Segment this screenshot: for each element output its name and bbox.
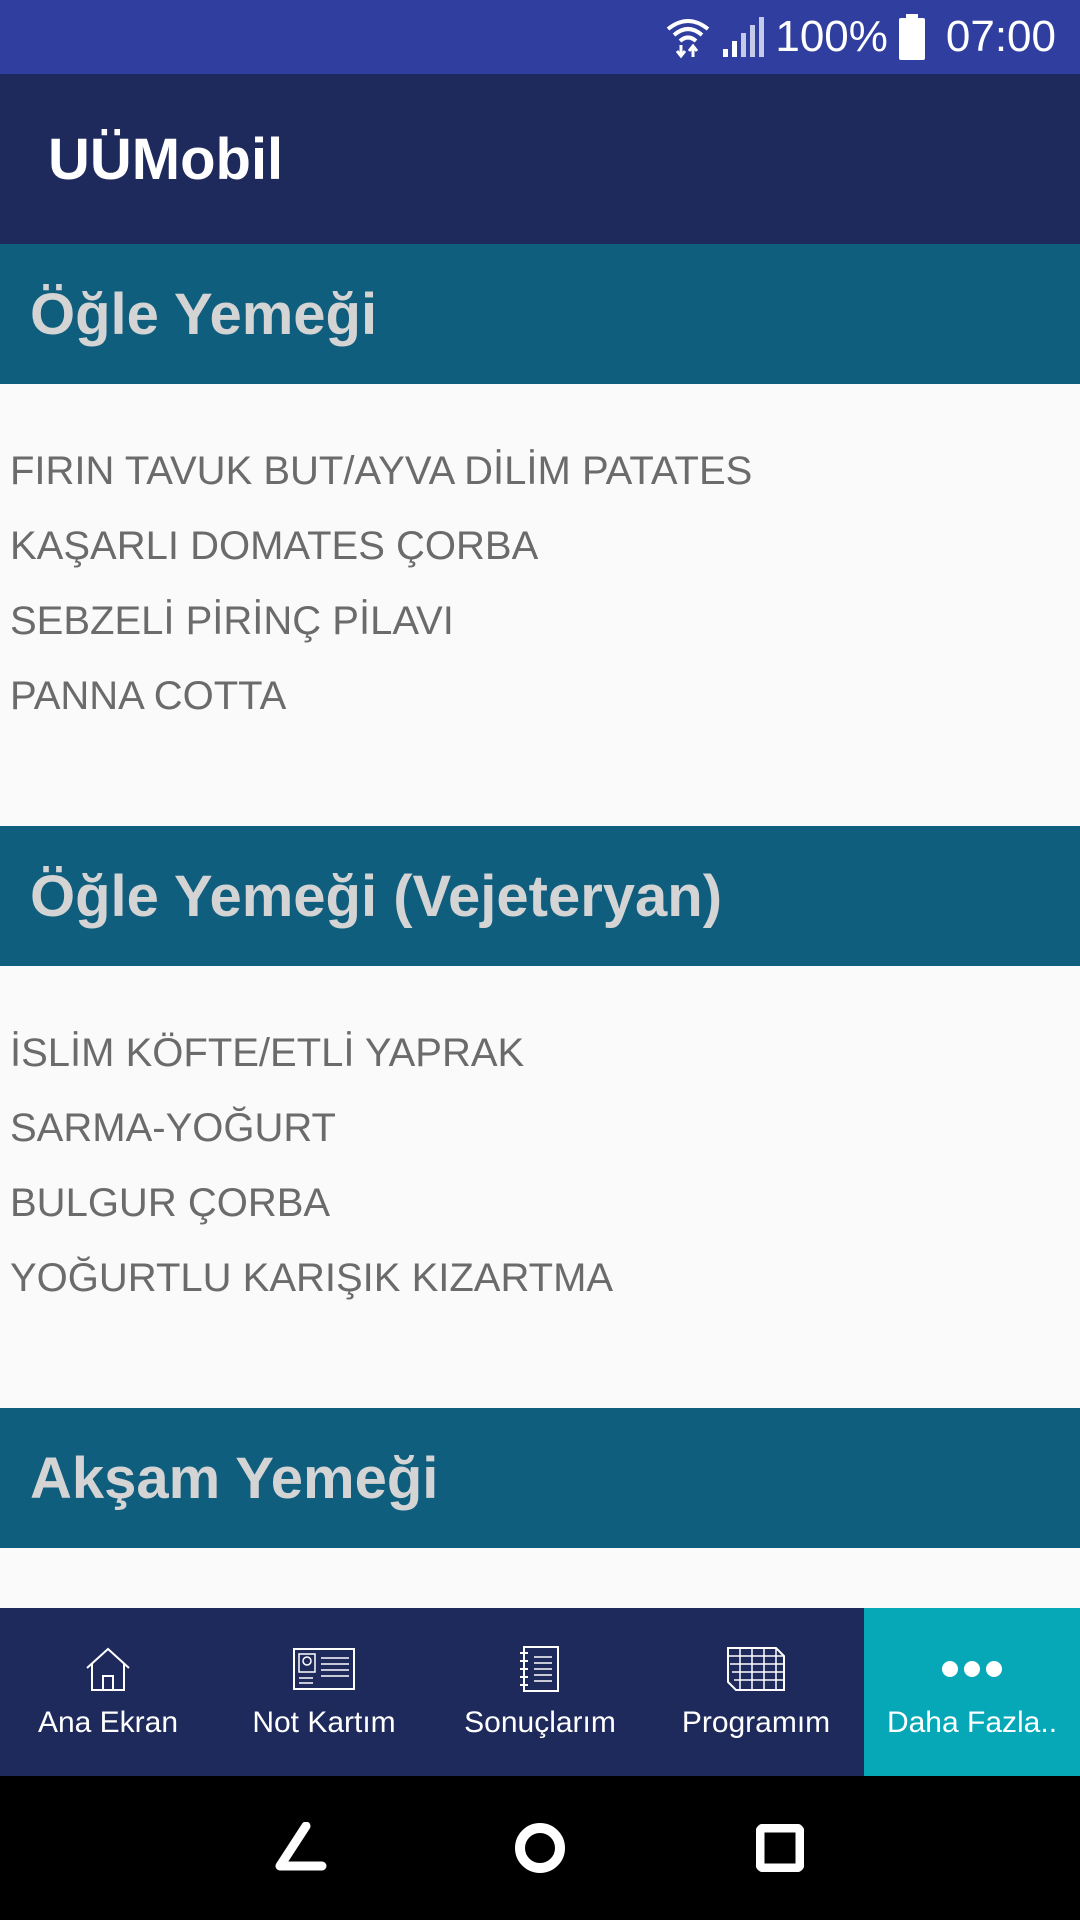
menu-item: BULGUR ÇORBA bbox=[10, 1181, 331, 1225]
nav-label: Sonuçlarım bbox=[464, 1706, 616, 1739]
nav-label: Programım bbox=[681, 1706, 831, 1739]
clock: 07:00 bbox=[945, 12, 1056, 61]
nav-item-schedule[interactable]: Programım bbox=[648, 1608, 864, 1776]
nav-label: Not Kartım bbox=[252, 1706, 396, 1739]
battery-percent: 100% bbox=[775, 12, 888, 61]
menu-item: YOĞURTLU KARIŞIK KIZARTMA bbox=[10, 1256, 614, 1300]
system-navigation-bar bbox=[0, 1776, 1080, 1920]
nav-label: Ana Ekran bbox=[37, 1706, 179, 1739]
home-circle-icon[interactable] bbox=[505, 1813, 575, 1883]
recents-icon[interactable] bbox=[745, 1813, 815, 1883]
menu-item: PANNA COTTA bbox=[10, 674, 287, 718]
app-bar: UÜMobil bbox=[0, 74, 1080, 244]
section-list-lunch-vegetarian: İSLİM KÖFTE/ETLİ YAPRAK SARMA-YOĞURT BUL… bbox=[0, 966, 1080, 1408]
home-icon bbox=[84, 1644, 132, 1694]
menu-item: SARMA-YOĞURT bbox=[10, 1106, 336, 1150]
section-header-lunch: Öğle Yemeği bbox=[0, 244, 1080, 384]
section-title: Akşam Yemeği bbox=[30, 1445, 439, 1511]
wifi-icon bbox=[665, 15, 711, 59]
battery-icon bbox=[898, 14, 926, 60]
nav-item-more[interactable]: Daha Fazla.. bbox=[864, 1608, 1080, 1776]
menu-item: FIRIN TAVUK BUT/AYVA DİLİM PATATES bbox=[10, 449, 753, 493]
nav-label: Daha Fazla.. bbox=[886, 1706, 1058, 1739]
section-header-dinner: Akşam Yemeği bbox=[0, 1408, 1080, 1548]
schedule-grid-icon bbox=[726, 1644, 786, 1694]
menu-item: SEBZELİ PİRİNÇ PİLAVI bbox=[10, 599, 454, 643]
nav-item-results[interactable]: Sonuçlarım bbox=[432, 1608, 648, 1776]
menu-item: İSLİM KÖFTE/ETLİ YAPRAK bbox=[10, 1031, 525, 1075]
menu-item: KAŞARLI DOMATES ÇORBA bbox=[10, 524, 539, 568]
menu-content[interactable]: Öğle Yemeği FIRIN TAVUK BUT/AYVA DİLİM P… bbox=[0, 244, 1080, 1608]
notebook-icon bbox=[518, 1644, 562, 1694]
section-list-lunch: FIRIN TAVUK BUT/AYVA DİLİM PATATES KAŞAR… bbox=[0, 384, 1080, 826]
nav-item-grade-card[interactable]: Not Kartım bbox=[216, 1608, 432, 1776]
more-dots-icon bbox=[941, 1644, 1003, 1694]
nav-item-home[interactable]: Ana Ekran bbox=[0, 1608, 216, 1776]
back-icon[interactable] bbox=[265, 1813, 335, 1883]
app-title: UÜMobil bbox=[48, 126, 284, 192]
section-title: Öğle Yemeği (Vejeteryan) bbox=[30, 863, 723, 929]
signal-icon bbox=[721, 15, 765, 59]
section-header-lunch-vegetarian: Öğle Yemeği (Vejeteryan) bbox=[0, 826, 1080, 966]
id-card-icon bbox=[293, 1644, 355, 1694]
section-list-dinner bbox=[0, 1548, 1080, 1608]
section-title: Öğle Yemeği bbox=[30, 281, 378, 347]
bottom-navigation: Ana Ekran Not Kartım Sonuçlarım Programı… bbox=[0, 1608, 1080, 1776]
status-bar: 100% 07:00 bbox=[0, 0, 1080, 74]
